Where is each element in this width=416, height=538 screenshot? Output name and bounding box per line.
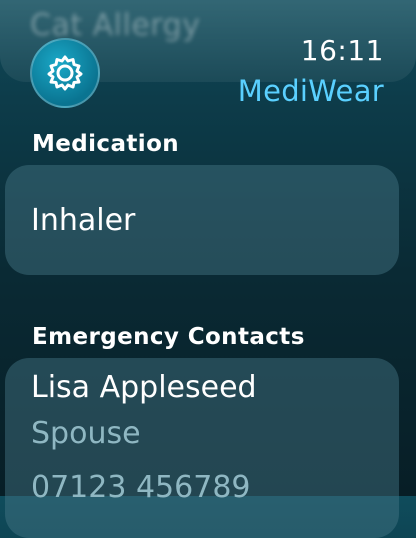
clock-time: 16:11 [300,34,384,67]
contact-card[interactable]: Lisa Appleseed Spouse 07123 456789 [5,358,399,538]
contact-name: Lisa Appleseed [31,370,257,405]
medication-card[interactable]: Inhaler [5,165,399,275]
contact-relation: Spouse [31,416,141,451]
contact-phone[interactable]: 07123 456789 [31,470,251,505]
settings-button[interactable] [30,38,100,108]
gear-icon [47,55,83,91]
medication-value: Inhaler [31,203,136,238]
app-title: MediWear [237,74,384,108]
emergency-contacts-section-label: Emergency Contacts [32,324,305,350]
medication-section-label: Medication [32,131,180,157]
previous-item-label: Cat Allergy [30,8,201,43]
